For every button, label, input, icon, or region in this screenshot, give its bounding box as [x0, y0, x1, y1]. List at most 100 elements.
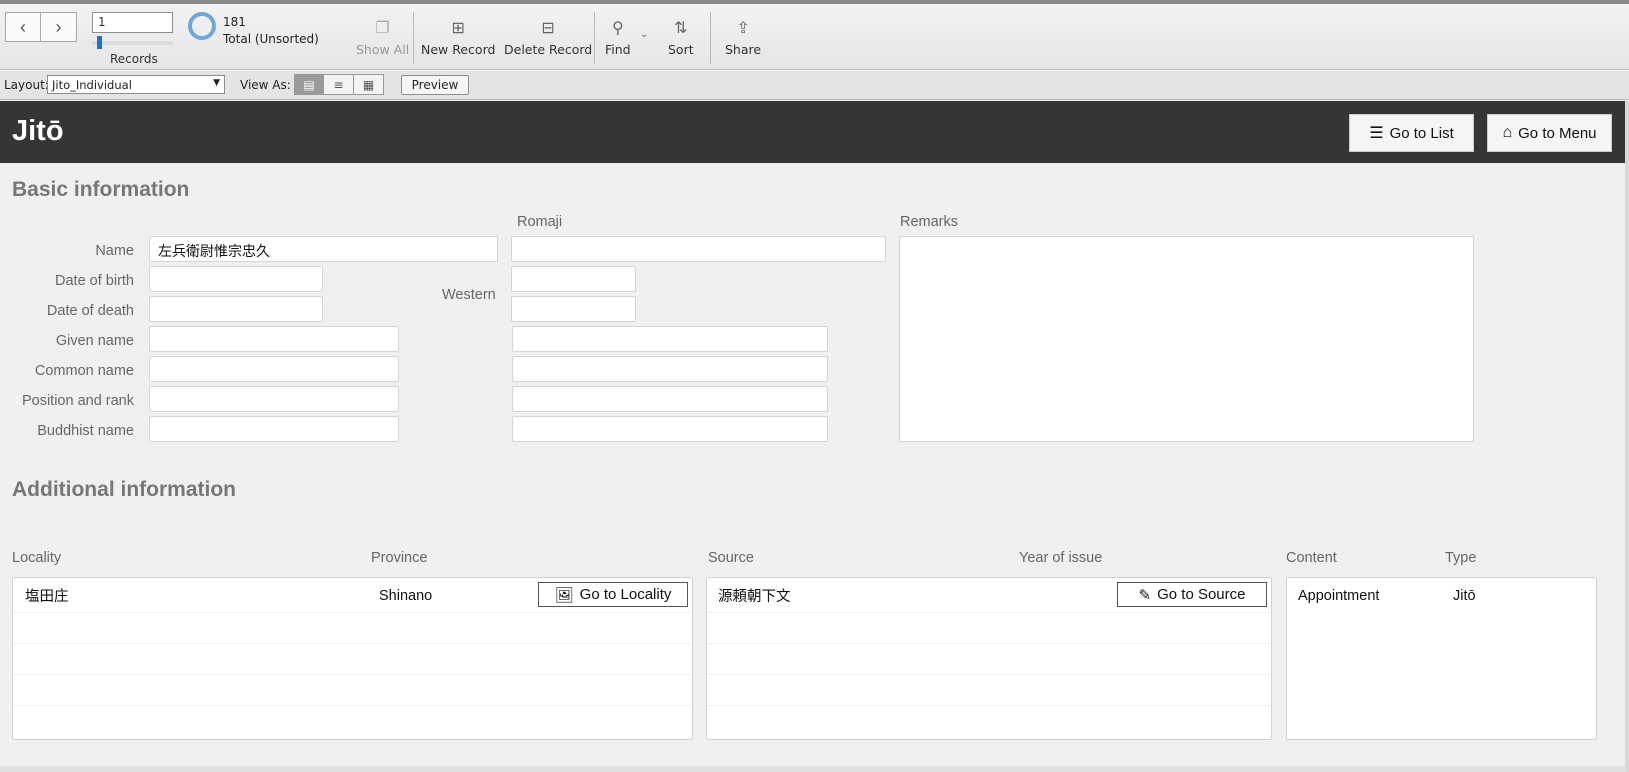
show-all-button[interactable]: ❐ Show All — [356, 18, 409, 57]
remarks-label: Remarks — [900, 214, 959, 230]
layout-select-value: Jito_Individual — [52, 78, 132, 92]
type-value[interactable]: Jitō — [1453, 588, 1476, 604]
portal-row-divider — [707, 643, 1271, 644]
portal-row-divider — [13, 674, 692, 675]
portal-row-divider — [707, 705, 1271, 706]
toolbar-divider — [594, 12, 595, 64]
province-value[interactable]: Shinano — [379, 588, 432, 604]
common-name-field[interactable] — [149, 356, 399, 382]
form-view-button[interactable]: ▤ — [294, 74, 324, 95]
edit-icon: ✎ — [1138, 586, 1152, 604]
layout-bar: Layout: Jito_Individual ▼ View As: ▤ ≡ ▦… — [0, 71, 1629, 100]
layout-label: Layout: — [4, 78, 49, 92]
sort-button[interactable]: ⇅ Sort — [668, 18, 694, 57]
remarks-field[interactable] — [899, 236, 1474, 442]
page-title: Jitō — [12, 115, 64, 147]
new-record-button[interactable]: ⊞ New Record — [421, 18, 495, 57]
sort-icon: ⇅ — [674, 18, 688, 37]
basic-information-heading: Basic information — [12, 178, 190, 201]
portal-row-divider — [707, 674, 1271, 675]
sort-label: Sort — [668, 42, 694, 57]
locality-value[interactable]: 塩田庄 — [25, 585, 69, 606]
common-name-label: Common name — [34, 363, 134, 379]
date-of-birth-field[interactable] — [149, 266, 323, 292]
toolbar: ‹ › 1 Records 181 Total (Unsorted) ❐ Sho… — [0, 4, 1629, 70]
toolbar-divider — [413, 12, 414, 64]
new-record-label: New Record — [421, 42, 496, 57]
portal-row-divider — [13, 643, 692, 644]
date-of-birth-label: Date of birth — [55, 273, 134, 289]
position-and-rank-romaji-field[interactable] — [512, 386, 828, 412]
name-field[interactable]: 左兵衛尉惟宗忠久 — [149, 236, 498, 262]
previous-record-button[interactable]: ‹ — [5, 12, 41, 42]
source-value[interactable]: 源頼朝下文 — [718, 585, 791, 606]
locality-portal: 塩田庄 Shinano 🖼 Go to Locality — [12, 577, 693, 740]
delete-record-button[interactable]: ⊟ Delete Record — [504, 18, 592, 57]
content-header: Content — [1286, 550, 1337, 566]
record-slider[interactable] — [92, 41, 173, 45]
go-to-menu-button[interactable]: ⌂ Go to Menu — [1487, 114, 1612, 152]
layout-select[interactable]: Jito_Individual ▼ — [47, 75, 225, 94]
year-of-issue-header: Year of issue — [1019, 550, 1103, 566]
table-view-icon: ▦ — [362, 77, 375, 92]
buddhist-name-label: Buddhist name — [37, 423, 134, 439]
chevron-right-icon: › — [55, 16, 62, 37]
next-record-button[interactable]: › — [41, 12, 77, 42]
plus-icon: ⊞ — [451, 18, 465, 37]
view-as-buttons: ▤ ≡ ▦ — [294, 74, 384, 95]
locality-header: Locality — [12, 550, 62, 566]
record-slider-thumb[interactable] — [96, 36, 102, 49]
given-name-field[interactable] — [149, 326, 399, 352]
date-of-death-western-field[interactable] — [511, 296, 636, 322]
find-dropdown-icon[interactable]: ⌄ — [640, 29, 648, 40]
record-count: 181 Total (Unsorted) — [223, 14, 319, 48]
date-of-death-label: Date of death — [46, 303, 134, 319]
image-icon: 🖼 — [554, 586, 574, 604]
share-label: Share — [725, 42, 762, 57]
content-value[interactable]: Appointment — [1298, 588, 1379, 604]
found-set-pie-icon — [188, 12, 216, 40]
western-label: Western — [442, 287, 496, 303]
form-view-icon: ▤ — [303, 77, 315, 92]
share-icon: ⇪ — [736, 18, 750, 37]
province-header: Province — [371, 550, 428, 566]
date-of-birth-western-field[interactable] — [511, 266, 636, 292]
common-name-romaji-field[interactable] — [512, 356, 828, 382]
magnifier-icon: ⚲ — [611, 18, 624, 37]
date-of-death-field[interactable] — [149, 296, 323, 322]
given-name-romaji-field[interactable] — [512, 326, 828, 352]
window-right-edge — [1625, 101, 1629, 772]
position-and-rank-label: Position and rank — [21, 393, 134, 409]
go-to-menu-label: Go to Menu — [1518, 124, 1597, 142]
position-and-rank-field[interactable] — [149, 386, 399, 412]
go-to-source-button[interactable]: ✎ Go to Source — [1117, 582, 1267, 607]
minus-icon: ⊟ — [541, 18, 555, 37]
current-record-input[interactable]: 1 — [92, 12, 173, 33]
content-portal: Appointment Jitō — [1286, 577, 1597, 740]
window-bottom-edge — [0, 766, 1625, 772]
records-label: Records — [110, 52, 158, 66]
view-as-label: View As: — [240, 78, 291, 92]
additional-information-heading: Additional information — [12, 478, 236, 501]
show-all-icon: ❐ — [375, 18, 390, 37]
total-label: Total (Unsorted) — [223, 32, 319, 46]
source-header: Source — [708, 550, 754, 566]
name-label: Name — [95, 243, 134, 259]
list-view-button[interactable]: ≡ — [324, 74, 354, 95]
buddhist-name-field[interactable] — [149, 416, 399, 442]
find-button[interactable]: ⚲ Find — [605, 18, 631, 57]
table-view-button[interactable]: ▦ — [354, 74, 384, 95]
name-romaji-field[interactable] — [511, 236, 886, 262]
buddhist-name-romaji-field[interactable] — [512, 416, 828, 442]
list-view-icon: ≡ — [333, 77, 344, 92]
go-to-source-label: Go to Source — [1157, 586, 1246, 603]
given-name-label: Given name — [55, 333, 134, 349]
preview-button[interactable]: Preview — [401, 75, 469, 95]
go-to-list-button[interactable]: ☰ Go to List — [1349, 114, 1474, 152]
portal-row-divider — [13, 705, 692, 706]
go-to-locality-button[interactable]: 🖼 Go to Locality — [538, 582, 688, 607]
share-button[interactable]: ⇪ Share — [725, 18, 761, 57]
romaji-label: Romaji — [517, 214, 563, 230]
chevron-left-icon: ‹ — [20, 16, 26, 37]
home-icon: ⌂ — [1502, 124, 1513, 141]
